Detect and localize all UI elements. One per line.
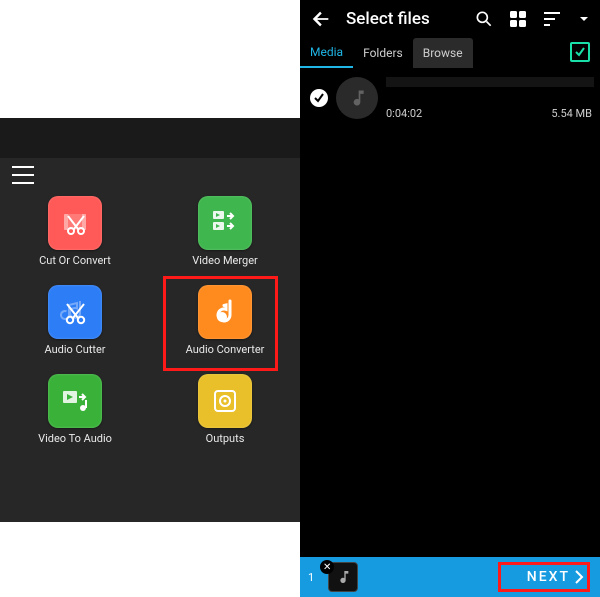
tabs: Media Folders Browse (300, 38, 600, 68)
tool-label: Cut Or Convert (39, 254, 111, 267)
outputs-icon (198, 374, 252, 428)
file-duration: 0:04:02 (386, 107, 422, 120)
view-grid-button[interactable] (506, 10, 530, 28)
row-checkbox-icon[interactable] (310, 89, 328, 107)
tool-label: Video Merger (192, 254, 258, 267)
tool-audio-converter[interactable]: Audio Converter (150, 285, 300, 356)
selection-count: 1 (308, 571, 314, 584)
tool-audio-cutter[interactable]: Audio Cutter (0, 285, 150, 356)
selection-footer: 1 ✕ NEXT (300, 557, 600, 597)
tool-label: Outputs (206, 432, 245, 445)
tool-outputs[interactable]: Outputs (150, 374, 300, 445)
file-picker-topbar: Select files (300, 0, 600, 38)
audio-cutter-icon (48, 285, 102, 339)
file-meta: 0:04:02 5.54 MB (386, 77, 600, 119)
back-button[interactable] (310, 7, 332, 31)
tab-folders[interactable]: Folders (353, 38, 413, 68)
tab-media[interactable]: Media (300, 38, 353, 68)
music-note-icon (336, 77, 378, 119)
sort-button[interactable] (540, 10, 564, 28)
video-to-audio-icon (48, 374, 102, 428)
menu-button[interactable] (12, 166, 34, 184)
select-all-button[interactable] (570, 42, 590, 62)
tool-grid: Cut Or Convert Video Merger Audio Cutter… (0, 196, 300, 445)
filename-bar (386, 77, 594, 87)
next-label: NEXT (527, 569, 570, 585)
page-title: Select files (346, 9, 472, 29)
tool-label: Audio Converter (186, 343, 265, 356)
tool-video-merger[interactable]: Video Merger (150, 196, 300, 267)
file-row[interactable]: 0:04:02 5.54 MB (300, 68, 600, 128)
tool-label: Video To Audio (38, 432, 112, 445)
video-merger-icon (198, 196, 252, 250)
search-button[interactable] (472, 9, 496, 29)
tab-browse[interactable]: Browse (413, 38, 473, 68)
next-button[interactable]: NEXT (511, 557, 600, 597)
video-cut-icon (48, 196, 102, 250)
left-titlebar (0, 118, 300, 158)
tool-label: Audio Cutter (44, 343, 105, 356)
overflow-button[interactable] (574, 13, 594, 25)
file-size: 5.54 MB (551, 107, 592, 120)
tool-video-to-audio[interactable]: Video To Audio (0, 374, 150, 445)
audio-converter-icon (198, 285, 252, 339)
tool-cut-or-convert[interactable]: Cut Or Convert (0, 196, 150, 267)
